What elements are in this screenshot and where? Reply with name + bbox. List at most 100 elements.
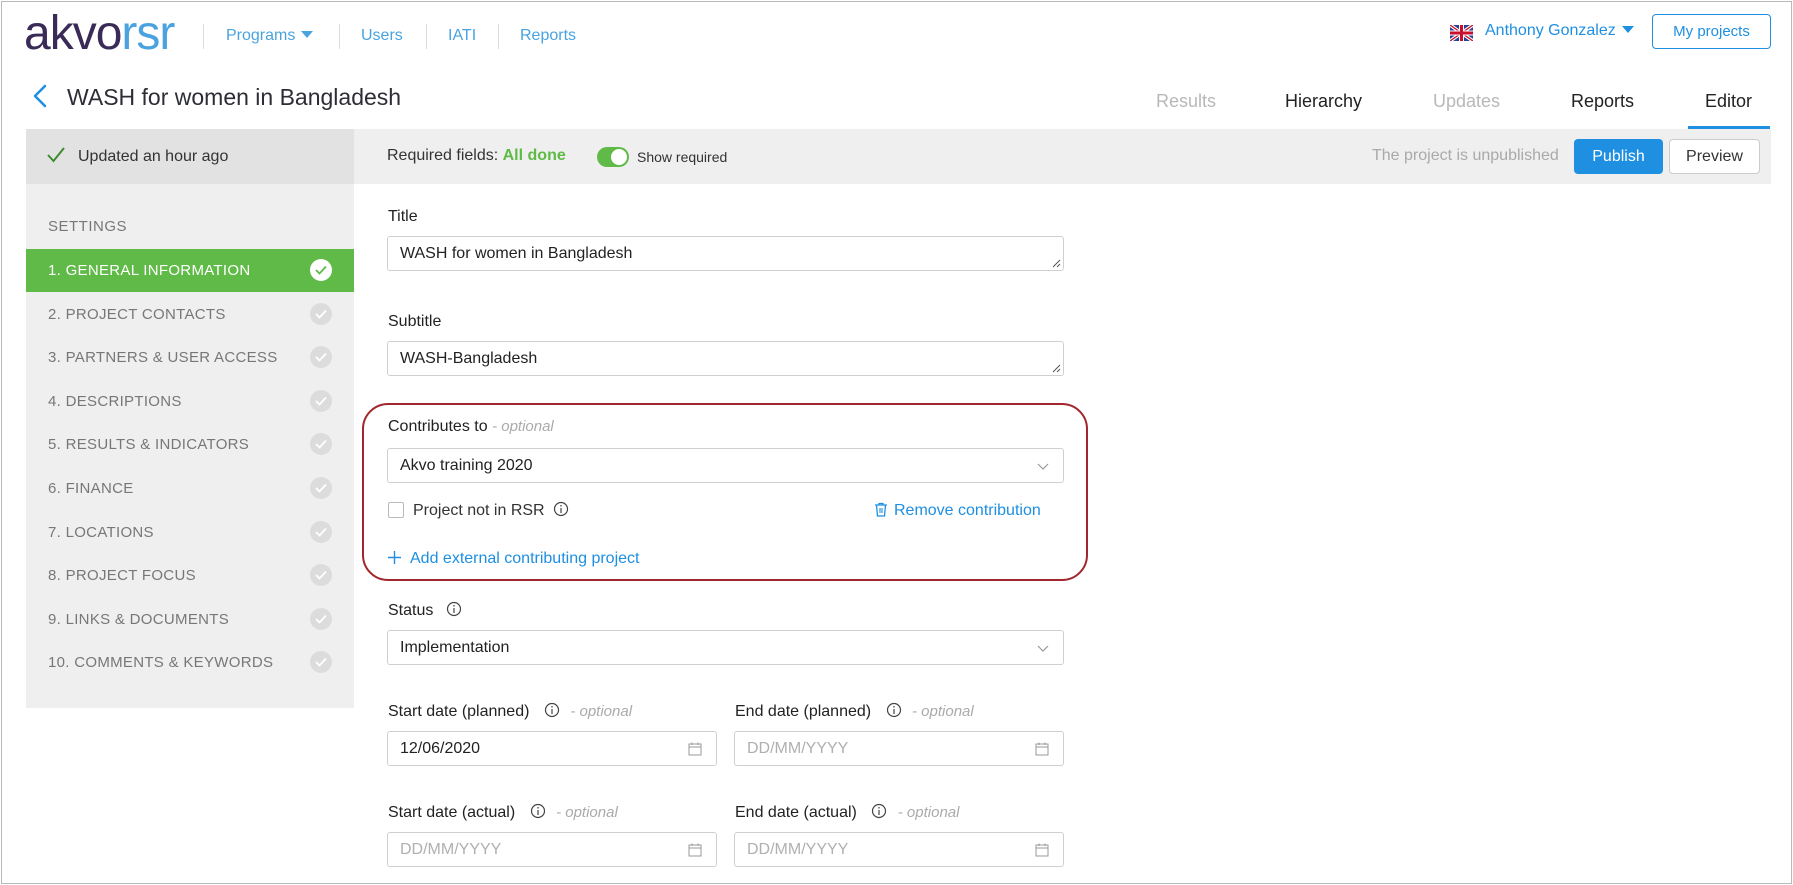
sidebar-item[interactable]: 7. LOCATIONS [26, 511, 354, 554]
tab-results[interactable]: Results [1156, 90, 1216, 112]
remove-contribution-label: Remove contribution [894, 502, 1041, 519]
caret-down-icon [1621, 26, 1634, 33]
required-fields-status: Required fields: All done [387, 147, 566, 165]
publish-status-text: The project is unpublished [1372, 147, 1559, 164]
end-date-actual-text: End date (actual) [735, 804, 857, 821]
completion-check-icon [310, 346, 332, 369]
tab-updates[interactable]: Updates [1433, 90, 1500, 112]
sidebar-item[interactable]: 9. LINKS & DOCUMENTS [26, 598, 354, 641]
nav-users[interactable]: Users [361, 26, 403, 46]
calendar-icon[interactable] [688, 843, 702, 857]
user-name: Anthony Gonzalez [1485, 22, 1616, 39]
completion-check-icon [310, 302, 332, 325]
resize-handle-icon[interactable] [1052, 259, 1061, 268]
calendar-icon[interactable] [688, 742, 702, 756]
preview-button[interactable]: Preview [1669, 139, 1760, 174]
required-fields-value: All done [502, 147, 566, 164]
info-icon[interactable] [886, 702, 902, 718]
back-arrow-icon[interactable] [30, 84, 54, 108]
info-icon[interactable] [553, 501, 569, 517]
sidebar-item[interactable]: 1. GENERAL INFORMATION [26, 249, 354, 292]
tab-reports[interactable]: Reports [1571, 90, 1634, 112]
sidebar-item[interactable]: 6. FINANCE [26, 467, 354, 510]
akvo-rsr-logo[interactable]: akvorsr [24, 6, 175, 62]
nav-programs[interactable]: Programs [226, 26, 314, 46]
sidebar-item[interactable]: 4. DESCRIPTIONS [26, 380, 354, 423]
nav-divider [339, 24, 340, 49]
date-placeholder: DD/MM/YYYY [400, 840, 502, 858]
sidebar-item[interactable]: 2. PROJECT CONTACTS [26, 293, 354, 336]
end-date-actual-input[interactable]: DD/MM/YYYY [734, 832, 1064, 867]
update-status-panel: Updated an hour ago [26, 129, 354, 184]
info-icon[interactable] [446, 601, 462, 617]
date-placeholder: DD/MM/YYYY [747, 739, 849, 757]
logo-rsr: rsr [121, 7, 175, 60]
sidebar-item-label: 8. PROJECT FOCUS [48, 567, 196, 585]
publish-button[interactable]: Publish [1574, 139, 1663, 174]
nav-programs-label: Programs [226, 27, 296, 44]
project-not-in-rsr-text: Project not in RSR [413, 502, 545, 519]
sidebar-item[interactable]: 3. PARTNERS & USER ACCESS [26, 336, 354, 379]
sidebar-item-label: 10. COMMENTS & KEYWORDS [48, 654, 274, 672]
caret-down-icon [301, 31, 314, 38]
sidebar-item-label: 4. DESCRIPTIONS [48, 392, 182, 410]
sidebar-item[interactable]: 8. PROJECT FOCUS [26, 554, 354, 597]
tab-hierarchy[interactable]: Hierarchy [1285, 90, 1362, 112]
chevron-down-icon [1037, 463, 1049, 470]
subtitle-input[interactable]: WASH-Bangladesh [387, 341, 1064, 376]
calendar-icon[interactable] [1035, 742, 1049, 756]
info-icon[interactable] [544, 702, 560, 718]
start-date-planned-input[interactable]: 12/06/2020 [387, 731, 717, 766]
tab-editor[interactable]: Editor [1705, 90, 1752, 112]
chevron-down-icon [1037, 645, 1049, 652]
start-date-actual-input[interactable]: DD/MM/YYYY [387, 832, 717, 867]
user-menu[interactable]: Anthony Gonzalez [1485, 22, 1634, 40]
checkmark-icon [47, 147, 65, 163]
show-required-toggle[interactable] [597, 147, 629, 167]
plus-icon [388, 551, 401, 564]
app-frame: akvorsr Programs Users IATI Reports Anth… [1, 1, 1792, 884]
status-label-text: Status [388, 602, 434, 619]
completion-check-icon [310, 564, 332, 587]
nav-reports[interactable]: Reports [520, 26, 576, 46]
title-input[interactable]: WASH for women in Bangladesh [387, 236, 1064, 271]
nav-iati[interactable]: IATI [448, 26, 476, 46]
sidebar-item[interactable]: 10. COMMENTS & KEYWORDS [26, 641, 354, 684]
end-date-planned-text: End date (planned) [735, 703, 872, 720]
sidebar-heading: SETTINGS [48, 218, 128, 235]
completion-check-icon [310, 520, 332, 543]
calendar-icon[interactable] [1035, 843, 1049, 857]
start-date-planned-text: Start date (planned) [388, 703, 530, 720]
optional-hint: - optional [897, 804, 960, 821]
updated-status: Updated an hour ago [78, 148, 229, 165]
status-bar: Updated an hour ago Required fields: All… [26, 129, 1771, 184]
toggle-knob [611, 149, 627, 165]
status-select[interactable]: Implementation [387, 630, 1064, 665]
start-date-planned-value: 12/06/2020 [400, 739, 481, 757]
sidebar-item[interactable]: 5. RESULTS & INDICATORS [26, 423, 354, 466]
trash-icon [875, 502, 887, 517]
info-icon[interactable] [530, 803, 546, 819]
project-not-in-rsr-checkbox[interactable] [388, 502, 404, 518]
my-projects-button[interactable]: My projects [1652, 14, 1771, 49]
end-date-planned-label: End date (planned) - optional [735, 702, 974, 721]
contributes-to-text: Contributes to [388, 418, 488, 435]
completion-check-icon [310, 607, 332, 630]
project-not-in-rsr-label: Project not in RSR [413, 501, 569, 520]
add-external-project-label: Add external contributing project [410, 550, 640, 567]
date-placeholder: DD/MM/YYYY [747, 840, 849, 858]
contributes-to-value: Akvo training 2020 [400, 456, 533, 474]
sidebar-item-label: 1. GENERAL INFORMATION [48, 262, 251, 279]
add-external-project-button[interactable]: Add external contributing project [388, 550, 639, 568]
status-label: Status [388, 601, 462, 620]
resize-handle-icon[interactable] [1052, 364, 1061, 373]
info-icon[interactable] [871, 803, 887, 819]
contributes-to-select[interactable]: Akvo training 2020 [387, 448, 1064, 483]
optional-hint: - optional [570, 703, 633, 720]
uk-flag-icon[interactable] [1450, 25, 1473, 41]
end-date-planned-input[interactable]: DD/MM/YYYY [734, 731, 1064, 766]
sidebar-item-label: 6. FINANCE [48, 480, 134, 497]
remove-contribution-button[interactable]: Remove contribution [874, 502, 1041, 520]
nav-divider [426, 24, 427, 49]
optional-hint: - optional [912, 703, 974, 720]
